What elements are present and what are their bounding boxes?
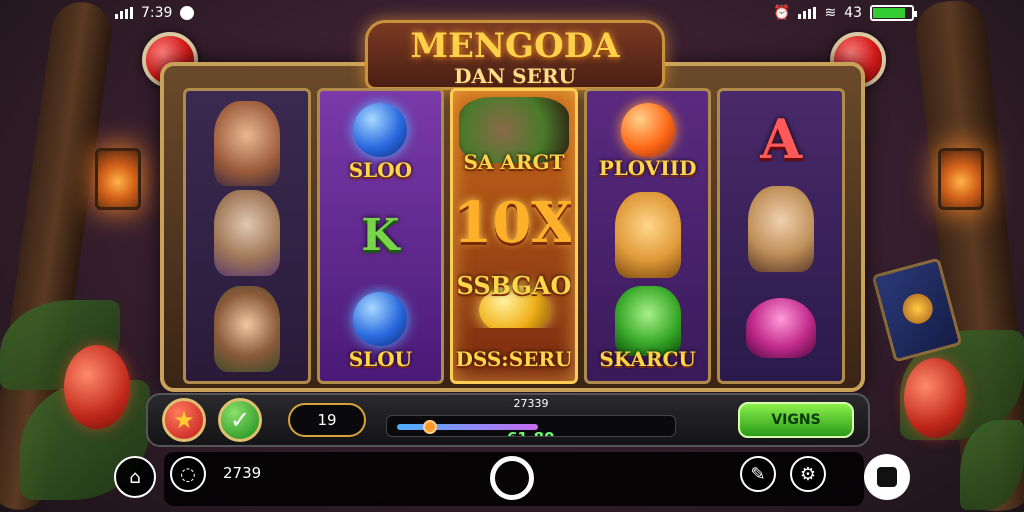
reel-1 [183, 88, 311, 384]
bet-display[interactable]: 19 [288, 403, 366, 437]
reel-cell: A [760, 106, 803, 171]
refresh-icon: ◌ [180, 463, 196, 485]
elf-character-icon [213, 285, 280, 372]
blue-gem-icon [353, 103, 408, 157]
progress-top-value: 27339 [513, 397, 549, 410]
check-icon: ✓ [229, 406, 251, 434]
spin-button[interactable]: VIGNS [738, 402, 854, 438]
witch-character-icon [213, 101, 280, 187]
game-title: MENGODA DAN SERU [365, 20, 665, 90]
reel-cell: 10X [457, 190, 571, 257]
fruit-decoration [904, 358, 966, 438]
center-circle-button[interactable] [490, 456, 534, 500]
reel-3: SA ARGT 10X SSBGAO DSS:SERU [450, 88, 578, 384]
reel-2: SLOO K SLOU [316, 88, 445, 384]
alarm-icon: ⏰ [773, 5, 791, 21]
cat-character-icon [614, 192, 681, 279]
bottom-nav: ⌂ ◌ 2739 ✎ ⚙ [110, 450, 922, 508]
menu-button[interactable] [864, 454, 910, 500]
reel-4: PLOVIID SKARCU [583, 88, 712, 384]
star-button[interactable]: ★ [162, 398, 206, 442]
star-icon: ★ [173, 406, 195, 434]
lantern-left [95, 148, 141, 210]
masked-girl-icon [748, 186, 815, 273]
orange-gem-icon [620, 103, 675, 157]
progress-meter[interactable]: 27339 61.80 [386, 397, 676, 437]
nav-counter: 2739 [223, 464, 262, 482]
settings-button[interactable]: ⚙ [790, 456, 826, 492]
reel-cell [724, 186, 838, 279]
wifi-icon: ≋ [824, 5, 837, 21]
reel-cell: SA ARGT [457, 95, 571, 180]
dragon-character-icon [614, 285, 681, 356]
signal-strength-icon [798, 7, 817, 19]
reel-cell [190, 190, 304, 281]
control-bar: ★ ✓ 19 27339 61.80 VIGNS [146, 393, 870, 447]
reel-cell: K [361, 210, 400, 262]
home-icon: ⌂ [129, 466, 141, 488]
reel-cell [190, 95, 304, 187]
battery-icon [870, 5, 917, 21]
reel-cell: DSS:SERU [457, 347, 571, 371]
title-sub: DAN SERU [454, 64, 576, 88]
notification-icon [180, 6, 195, 20]
reel-cell: PLOVIID [591, 95, 705, 186]
fox-character-icon [213, 190, 280, 277]
gear-icon: ⚙ [799, 463, 817, 485]
pen-icon: ✎ [750, 463, 766, 485]
reel-cell: SKARCU [591, 285, 705, 377]
edit-button[interactable]: ✎ [740, 456, 776, 492]
title-main: MENGODA [410, 26, 620, 66]
progress-value: 61.80 [507, 429, 554, 436]
reel-cell: SSBGAO [457, 267, 571, 328]
blue-gem-icon [353, 291, 408, 346]
confirm-button[interactable]: ✓ [218, 398, 262, 442]
refresh-button[interactable]: ◌ [170, 456, 206, 492]
progress-knob[interactable] [423, 420, 437, 434]
reel-cell: SLOO [324, 95, 438, 188]
reel-5: A [717, 88, 845, 384]
potion-bowl-icon [746, 297, 817, 358]
menu-icon [877, 467, 897, 487]
reels: SLOO K SLOU SA ARGT 10X SSBGAO DSS:SERU … [183, 88, 845, 384]
reel-cell [190, 285, 304, 377]
home-button[interactable]: ⌂ [114, 456, 156, 498]
fruit-decoration [64, 345, 130, 429]
reel-cell [591, 190, 705, 281]
status-clock-right: 43 [844, 5, 862, 21]
progress-track: 61.80 [386, 415, 676, 437]
reel-cell [724, 284, 838, 377]
status-time: 7:39 [141, 5, 173, 21]
reel-cell: SLOU [324, 284, 438, 377]
lantern-right [938, 148, 984, 210]
signal-icon [115, 7, 133, 19]
